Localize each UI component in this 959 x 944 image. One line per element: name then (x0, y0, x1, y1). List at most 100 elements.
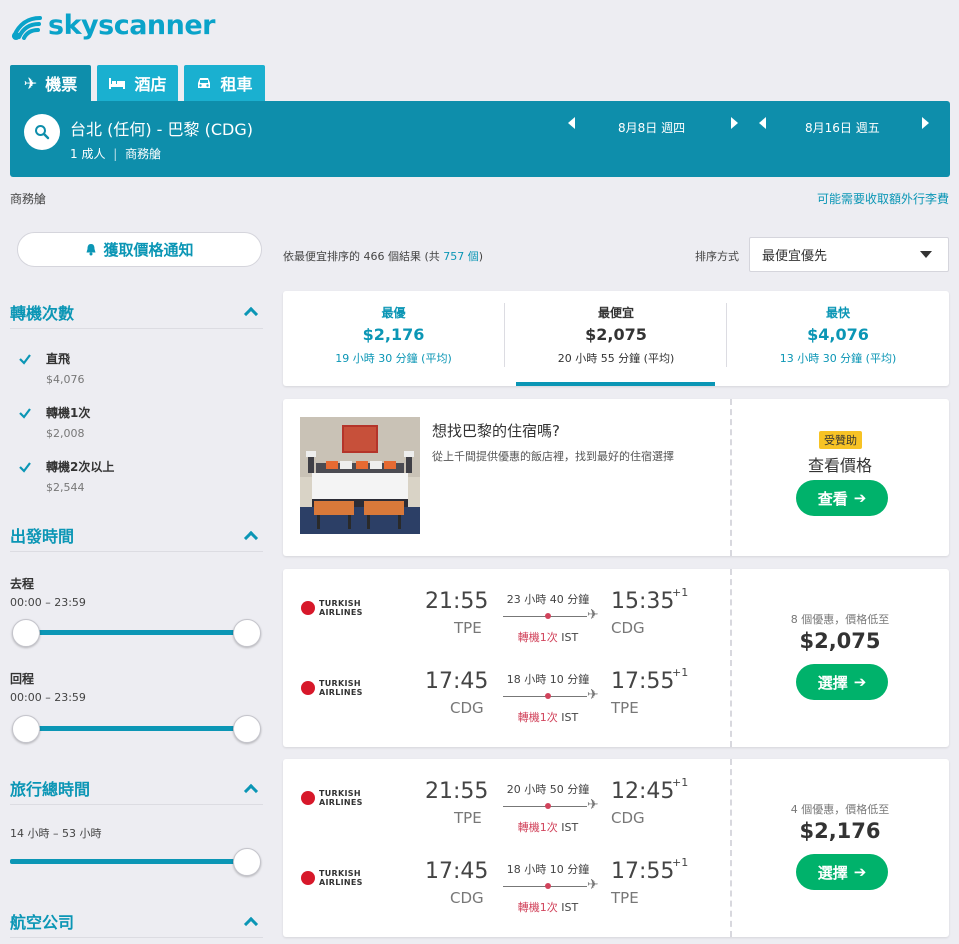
stop-dot (545, 803, 551, 809)
view-hotels-button[interactable]: 查看 ➔ (796, 480, 888, 516)
arrival-airport: CDG (611, 809, 645, 827)
outbound-slider-max-handle[interactable] (233, 619, 261, 647)
journey-duration-divider (10, 804, 263, 805)
select-flight-button[interactable]: 選擇 ➔ (796, 854, 888, 890)
airlines-collapse-chevron-icon[interactable] (243, 916, 259, 932)
tab-hotels-label: 酒店 (134, 75, 167, 94)
next-day-indicator: +1 (672, 856, 689, 869)
tab-best-price: $2,176 (362, 325, 425, 344)
stops-filter-title[interactable]: 轉機次數 (10, 300, 74, 324)
select-flight-label: 選擇 (817, 673, 848, 692)
bed-icon (109, 78, 126, 89)
return-time-range: 00:00 – 23:59 (10, 691, 86, 704)
tab-fastest-title: 最快 (825, 306, 850, 320)
tab-car-hire[interactable]: 租車 (184, 65, 265, 101)
sort-select[interactable]: 最便宜優先 (749, 237, 949, 272)
stops-option-direct[interactable]: 直飛 (46, 350, 70, 367)
cabin-class-label: 商務艙 (10, 192, 47, 206)
tab-fastest[interactable]: 最快 $4,076 13 小時 30 分鐘 (平均) (727, 291, 949, 386)
outbound-time-slider-track[interactable] (26, 630, 248, 635)
hotel-ad-subtitle: 從上千間提供優惠的飯店裡，找到最好的住宿選擇 (432, 450, 674, 463)
journey-duration-filter-title[interactable]: 旅行總時間 (10, 776, 90, 800)
direct-checkbox-icon[interactable] (18, 352, 32, 366)
flight-duration: 18 小時 10 分鐘 (506, 673, 590, 686)
tab-cheapest[interactable]: 最便宜 $2,075 20 小時 55 分鐘 (平均) (505, 291, 727, 386)
deals-count: 8 個優惠，價格低至 (790, 613, 890, 626)
tab-best[interactable]: 最優 $2,176 19 小時 30 分鐘 (平均) (283, 291, 504, 386)
departure-times-filter-title[interactable]: 出發時間 (10, 523, 74, 547)
departure-times-collapse-chevron-icon[interactable] (243, 530, 259, 546)
depart-date[interactable]: 8月8日 週四 (618, 119, 685, 136)
depart-next-day-icon[interactable] (731, 117, 738, 129)
price-alert-button[interactable]: 獲取價格通知 (17, 232, 262, 267)
arrival-time: 15:35 (611, 589, 675, 614)
sort-label: 排序方式 (695, 250, 739, 263)
depart-prev-day-icon[interactable] (568, 117, 575, 129)
sort-summary-tabs: 最優 $2,176 19 小時 30 分鐘 (平均) 最便宜 $2,075 20… (283, 291, 949, 386)
stops-option-two-plus[interactable]: 轉機2次以上 (46, 458, 114, 475)
return-date[interactable]: 8月16日 週五 (805, 119, 880, 136)
arrow-right-icon: ➔ (853, 673, 867, 691)
airlines-filter-title[interactable]: 航空公司 (10, 909, 74, 933)
tab-flights[interactable]: ✈ 機票 (10, 65, 91, 101)
card-divider (730, 569, 732, 747)
return-next-day-icon[interactable] (922, 117, 929, 129)
outbound-slider-min-handle[interactable] (12, 619, 40, 647)
return-slider-min-handle[interactable] (12, 715, 40, 743)
airline-name: TURKISH AIRLINES (319, 599, 363, 617)
journey-duration-collapse-chevron-icon[interactable] (243, 783, 259, 799)
search-button[interactable] (24, 114, 60, 150)
two-plus-stops-checkbox-icon[interactable] (18, 460, 32, 474)
search-passengers-cabin[interactable]: 1 成人 | 商務艙 (70, 145, 161, 162)
airline-name: TURKISH AIRLINES (319, 679, 363, 697)
tab-cheapest-price: $2,075 (585, 325, 647, 344)
one-stop-checkbox-icon[interactable] (18, 406, 32, 420)
stops-collapse-chevron-icon[interactable] (243, 306, 259, 322)
search-route[interactable]: 台北 (任何) - 巴黎 (CDG) (70, 116, 253, 140)
arrival-airport: TPE (611, 889, 639, 907)
tab-flights-label: 機票 (45, 75, 78, 94)
active-tab-indicator (516, 382, 715, 386)
results-total-link[interactable]: 757 個 (443, 250, 479, 263)
next-day-indicator: +1 (672, 776, 689, 789)
stops-option-one[interactable]: 轉機1次 (46, 404, 90, 421)
results-count-suffix: ) (478, 250, 484, 263)
baggage-fees-link[interactable]: 可能需要收取額外行李費 (817, 190, 949, 207)
stopover-airport: IST (561, 901, 579, 914)
skyscanner-logo[interactable]: skyscanner (10, 10, 216, 41)
stops-count: 轉機1次 (517, 901, 558, 914)
stops-option-direct-price: $4,076 (46, 373, 85, 386)
journey-duration-slider-track[interactable] (10, 859, 248, 864)
return-slider-max-handle[interactable] (233, 715, 261, 743)
return-prev-day-icon[interactable] (759, 117, 766, 129)
stops-option-two-plus-price: $2,544 (46, 481, 85, 494)
flight-duration: 20 小時 50 分鐘 (506, 783, 590, 796)
hotel-ad-card[interactable]: 想找巴黎的住宿嗎? 從上千間提供優惠的飯店裡，找到最好的住宿選擇 受贊助 查看價… (283, 399, 949, 556)
arrival-time: 17:55 (611, 669, 675, 694)
stops-info: 轉機1次 IST (503, 709, 593, 725)
airline-logo: TURKISH AIRLINES (301, 789, 363, 807)
flight-result-card[interactable]: TURKISH AIRLINES 21:55 TPE 20 小時 50 分鐘 ✈ … (283, 759, 949, 937)
results-count: 依最便宜排序的 466 個結果 (共 757 個) (283, 248, 483, 264)
departure-airport: CDG (450, 699, 484, 717)
stops-count: 轉機1次 (517, 631, 558, 644)
search-summary-bar: 台北 (任何) - 巴黎 (CDG) 1 成人 | 商務艙 8月8日 週四 8月… (10, 101, 950, 177)
turkish-airlines-logo-icon (301, 601, 315, 615)
tab-hotels[interactable]: 酒店 (97, 65, 178, 101)
departure-time: 17:45 (425, 669, 489, 694)
flight-result-card[interactable]: TURKISH AIRLINES 21:55 TPE 23 小時 40 分鐘 ✈ … (283, 569, 949, 747)
plane-icon: ✈ (587, 877, 599, 893)
flight-price: $2,075 (799, 629, 881, 653)
select-flight-button[interactable]: 選擇 ➔ (796, 664, 888, 700)
stopover-airport: IST (561, 821, 579, 834)
return-time-slider-track[interactable] (26, 726, 248, 731)
tab-best-duration: 19 小時 30 分鐘 (平均) (335, 352, 452, 365)
plane-icon: ✈ (587, 797, 599, 813)
airline-logo: TURKISH AIRLINES (301, 679, 363, 697)
turkish-airlines-logo-icon (301, 791, 315, 805)
stop-dot (545, 883, 551, 889)
journey-duration-slider-handle[interactable] (233, 848, 261, 876)
arrival-airport: TPE (611, 699, 639, 717)
outbound-label: 去程 (10, 577, 35, 591)
journey-duration-range: 14 小時 – 53 小時 (10, 827, 102, 840)
